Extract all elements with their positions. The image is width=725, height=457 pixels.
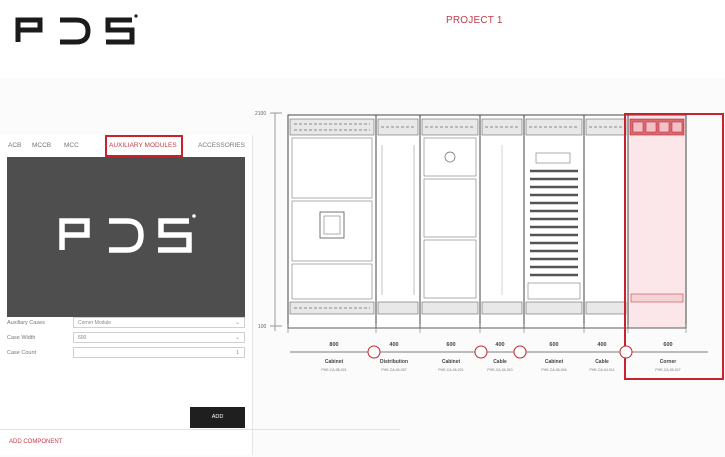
cabinet-7-code: PHE-CA-06-027: [655, 368, 680, 372]
aux-cases-label: Auxiliary Cases: [7, 320, 45, 326]
pds-logo: [15, 14, 138, 45]
cabinet-1-name: Cabinet: [325, 359, 344, 365]
case-width-select[interactable]: 600 ⌄: [73, 332, 245, 343]
active-tab-highlight: [105, 135, 183, 157]
tab-mcc[interactable]: MCC: [64, 142, 79, 149]
cabinet-1-width: 800: [329, 342, 338, 348]
cabinet-7-corner[interactable]: [627, 114, 687, 329]
cabinet-5[interactable]: [523, 114, 585, 329]
cabinet-1[interactable]: [287, 114, 377, 329]
tab-mccb[interactable]: MCCB: [32, 142, 51, 149]
cabinet-4-name: Cable: [493, 359, 507, 365]
case-count-row: Case Count 1: [7, 347, 245, 360]
top-bar: PROJECT 1: [0, 0, 725, 78]
cabinet-4[interactable]: [479, 114, 525, 329]
cabinet-3[interactable]: [419, 114, 481, 329]
tab-accessories[interactable]: ACCESSORIES: [198, 142, 245, 149]
aux-cases-value: Corner Module: [78, 320, 112, 326]
cabinet-2-name: Distribution: [380, 359, 408, 365]
case-width-label: Case Width: [7, 335, 36, 341]
cabinet-7-width: 600: [663, 342, 672, 348]
case-count-input[interactable]: 1: [73, 347, 245, 358]
cabinet-4-width: 400: [495, 342, 504, 348]
cabinet-5-code: PHE-CA-06-004: [541, 368, 566, 372]
join-marker[interactable]: [474, 345, 488, 359]
switchboard-diagram: 2100 100 800 400 600 400 600 400 600 Cab…: [255, 111, 724, 380]
project-title: PROJECT 1: [446, 15, 503, 26]
cabinet-6-code: PHE-CA-04-011: [589, 368, 614, 372]
cabinet-5-width: 600: [549, 342, 558, 348]
height-max-label: 2100: [255, 111, 266, 117]
aux-cases-row: Auxiliary Cases Corner Module ⌄: [7, 317, 245, 330]
tab-acb[interactable]: ACB: [8, 142, 21, 149]
cabinet-3-code: PHE-CA-06-021: [438, 368, 463, 372]
cabinet-4-code: PHE-CA-04-010: [487, 368, 512, 372]
case-width-row: Case Width 600 ⌄: [7, 332, 245, 345]
case-count-value: 1: [236, 350, 239, 356]
case-width-value: 600: [78, 335, 87, 341]
add-button[interactable]: ADD: [190, 407, 245, 428]
join-marker[interactable]: [619, 345, 633, 359]
cabinet-6-width: 400: [597, 342, 606, 348]
cabinet-6-name: Cable: [595, 359, 609, 365]
module-preview: [7, 157, 245, 317]
cabinet-2-width: 400: [389, 342, 398, 348]
cabinet-3-width: 600: [446, 342, 455, 348]
cabinet-2[interactable]: [375, 114, 421, 329]
add-component-label: ADD COMPONENT: [9, 439, 63, 445]
height-min-label: 100: [258, 324, 267, 330]
cabinet-7-name: Corner: [660, 359, 676, 365]
cabinet-5-name: Cabinet: [545, 359, 564, 365]
aux-cases-select[interactable]: Corner Module ⌄: [73, 317, 245, 328]
pds-logo-white: [59, 214, 196, 253]
cabinet-6[interactable]: [583, 114, 629, 329]
chevron-down-icon: ⌄: [234, 335, 240, 341]
join-marker[interactable]: [513, 345, 527, 359]
case-count-label: Case Count: [7, 350, 37, 356]
chevron-down-icon: ⌄: [234, 320, 240, 326]
cabinet-3-name: Cabinet: [442, 359, 461, 365]
add-component-bar[interactable]: ADD COMPONENT: [0, 429, 400, 457]
join-marker[interactable]: [367, 345, 381, 359]
divider: [0, 429, 400, 430]
cabinet-1-code: PHE-CA-08-021: [321, 368, 346, 372]
cabinet-2-code: PHE-CA-04-007: [381, 368, 406, 372]
